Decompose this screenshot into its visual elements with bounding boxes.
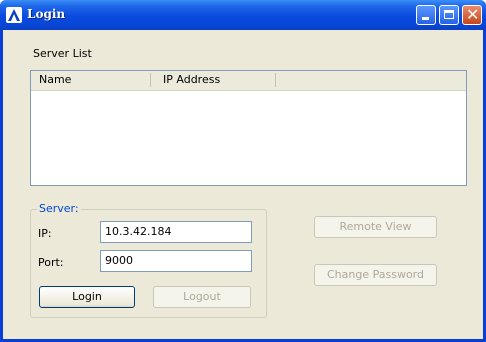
list-header: Name IP Address	[31, 71, 466, 91]
server-group-legend: Server:	[37, 202, 81, 215]
server-list-body[interactable]	[31, 91, 466, 185]
port-label: Port:	[38, 256, 64, 269]
column-header-ip-address[interactable]: IP Address	[151, 71, 276, 89]
minimize-button[interactable]	[416, 5, 436, 25]
close-icon: ✕	[466, 5, 480, 24]
remote-view-button[interactable]: Remote View	[314, 216, 437, 238]
close-button[interactable]: ✕	[462, 5, 482, 25]
column-header-label: Name	[39, 73, 72, 86]
ip-input[interactable]: 10.3.42.184	[100, 221, 252, 243]
minimize-icon	[422, 17, 429, 20]
logout-button[interactable]: Logout	[153, 286, 251, 308]
port-input[interactable]: 9000	[100, 250, 252, 272]
maximize-icon	[444, 10, 454, 19]
server-list[interactable]: Name IP Address	[30, 70, 467, 186]
column-header-label: IP Address	[163, 73, 221, 86]
maximize-button[interactable]	[439, 5, 459, 25]
app-logo-icon	[6, 7, 22, 23]
change-password-button[interactable]: Change Password	[314, 264, 437, 286]
title-bar[interactable]: Login ✕	[0, 0, 486, 30]
server-list-label: Server List	[33, 47, 92, 60]
window-title: Login	[27, 7, 66, 21]
column-header-name[interactable]: Name	[31, 71, 151, 89]
ip-label: IP:	[38, 227, 52, 240]
login-button[interactable]: Login	[39, 286, 135, 308]
